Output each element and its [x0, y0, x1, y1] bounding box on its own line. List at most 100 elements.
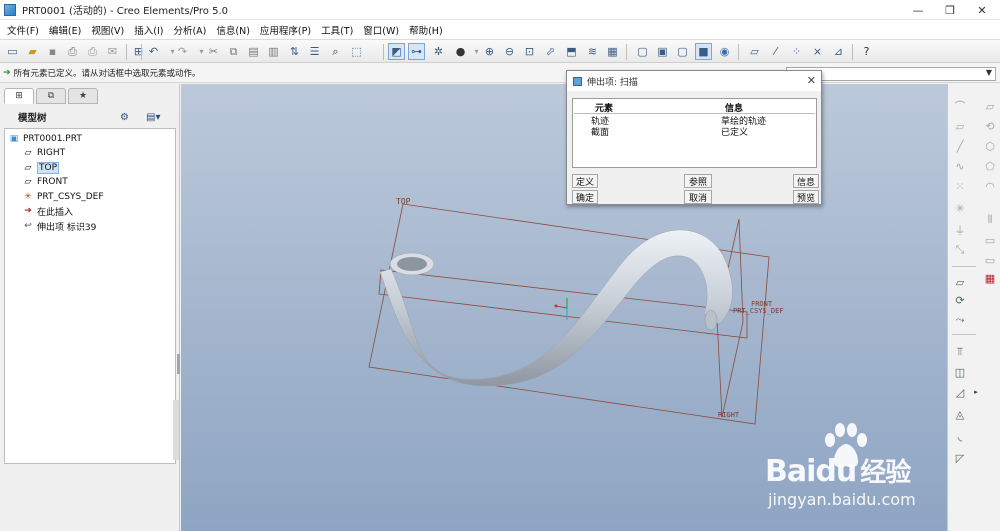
axis-tool-icon[interactable]: ⟲ [982, 118, 998, 134]
new-file-icon[interactable]: ▭ [4, 43, 21, 60]
table-row-element[interactable]: 截面 [591, 125, 609, 138]
define-button[interactable]: 定义 [572, 174, 598, 188]
paste-special-icon[interactable]: ▥ [265, 43, 282, 60]
wireframe-icon[interactable]: ▢ [634, 43, 651, 60]
menu-tools[interactable]: 工具(T) [316, 23, 358, 37]
zoom-out-icon[interactable]: ⊖ [501, 43, 518, 60]
sweep-pipe-body[interactable] [379, 229, 733, 387]
cut-icon[interactable]: ✂ [205, 43, 222, 60]
regen-icon[interactable]: ⇅ [286, 43, 303, 60]
point-tool-icon[interactable]: ⬡ [982, 138, 998, 154]
front-datum-plane[interactable] [378, 269, 748, 339]
dialog-title-bar[interactable]: 伸出项: 扫描 ✕ [567, 71, 821, 91]
datum-point-display-icon[interactable]: ⁘ [788, 43, 805, 60]
find-icon[interactable]: ⌕ [327, 43, 344, 60]
draft-tool-icon[interactable]: ◬ [952, 406, 968, 422]
layers-icon[interactable]: ≋ [584, 43, 601, 60]
pattern-tool-icon[interactable]: ⤡ [952, 242, 968, 258]
preview-button[interactable]: 预览 [793, 190, 819, 204]
undo-icon[interactable]: ↶ [145, 43, 162, 60]
print-preview-icon[interactable]: ⎙ [84, 43, 101, 60]
cancel-button[interactable]: 取消 [684, 190, 712, 204]
chamfer-tool-icon[interactable]: ◸ [952, 450, 968, 466]
menu-analysis[interactable]: 分析(A) [168, 23, 211, 37]
info-button[interactable]: 信息 [793, 174, 819, 188]
tree-item-csys[interactable]: ✳ PRT_CSYS_DEF [22, 190, 103, 204]
redo-icon[interactable]: ↷ [174, 43, 191, 60]
appearance-icon[interactable]: ● [452, 43, 469, 60]
shell-tool-icon[interactable]: ◫ [952, 364, 968, 380]
round-tool-icon[interactable]: ◟ [952, 428, 968, 444]
save-icon[interactable]: ▪ [44, 43, 61, 60]
panel-scrollbar[interactable] [173, 400, 179, 460]
close-button[interactable]: ✕ [966, 0, 998, 20]
annotation-display-icon[interactable]: ⊿ [830, 43, 847, 60]
model-tree-tab[interactable]: ⊞ [4, 88, 34, 104]
region-tool-icon[interactable]: ◠ [982, 178, 998, 194]
print-icon[interactable]: ⎙ [64, 43, 81, 60]
model-tree-display-icon[interactable]: ◉ [716, 43, 733, 60]
datum-plane-tool-icon[interactable]: ▱ [982, 98, 998, 114]
offset-tool-icon[interactable]: ▭ [982, 232, 998, 248]
view-manager-icon[interactable]: ▦ [604, 43, 621, 60]
tree-settings-icon[interactable]: ⚙ [120, 112, 129, 123]
close-icon[interactable]: ✕ [807, 74, 816, 87]
selection-box-icon[interactable]: ⬚ [348, 43, 365, 60]
curve-tool-icon[interactable]: ∿ [952, 158, 968, 174]
no-hidden-icon[interactable]: ▢ [674, 43, 691, 60]
revolve-tool-icon[interactable]: ⟳ [952, 292, 968, 308]
send-mail-icon[interactable]: ✉ [104, 43, 121, 60]
menu-view[interactable]: 视图(V) [86, 23, 129, 37]
datum-planes-toggle-icon[interactable]: ◩ [388, 43, 405, 60]
paste-icon[interactable]: ▤ [245, 43, 262, 60]
sweep-tool-icon[interactable]: ⤳ [952, 312, 968, 328]
tree-item-right[interactable]: ▱ RIGHT [22, 146, 66, 160]
regen-manager-icon[interactable]: ☰ [306, 43, 323, 60]
menu-insert[interactable]: 插入(I) [129, 23, 168, 37]
menu-edit[interactable]: 编辑(E) [44, 23, 86, 37]
sketch-grid-icon[interactable]: ▦ [982, 270, 998, 286]
context-help-icon[interactable]: ? [858, 43, 875, 60]
tree-item-part[interactable]: ▣ PRT0001.PRT [8, 132, 82, 146]
hidden-line-icon[interactable]: ▣ [654, 43, 671, 60]
references-button[interactable]: 参照 [684, 174, 712, 188]
menu-info[interactable]: 信息(N) [211, 23, 255, 37]
favorites-tab[interactable]: ★ [68, 88, 98, 104]
tree-item-front[interactable]: ▱ FRONT [22, 175, 68, 189]
datum-plane-display-icon[interactable]: ▱ [746, 43, 763, 60]
zoom-in-icon[interactable]: ⊕ [481, 43, 498, 60]
line-tool-icon[interactable]: ╱ [952, 138, 968, 154]
saved-views-icon[interactable]: ⬒ [563, 43, 580, 60]
csys-display-icon[interactable]: ⨯ [809, 43, 826, 60]
open-folder-icon[interactable]: ▰ [24, 43, 41, 60]
hole-tool-icon[interactable]: ⫪ [952, 344, 968, 360]
maximize-button[interactable]: ❐ [934, 0, 966, 20]
refit-icon[interactable]: ⊡ [521, 43, 538, 60]
datum-axis-display-icon[interactable]: ⁄ [767, 43, 784, 60]
reorient-icon[interactable]: ⬀ [542, 43, 559, 60]
menu-window[interactable]: 窗口(W) [358, 23, 404, 37]
tree-show-icon[interactable]: ▤▾ [146, 112, 160, 123]
rib-dropdown-icon[interactable]: ▸ [968, 384, 984, 400]
mirror-tool-icon[interactable]: ⫴ [982, 212, 998, 228]
menu-file[interactable]: 文件(F) [2, 23, 44, 37]
plane-tool-icon[interactable]: ▱ [952, 118, 968, 134]
tree-item-sweep[interactable]: ↩ 伸出项 标识39 [22, 219, 96, 233]
sketch-tool-icon[interactable]: ⌒ [952, 98, 968, 114]
rib-tool-icon[interactable]: ◿ [952, 384, 968, 400]
menu-help[interactable]: 帮助(H) [404, 23, 448, 37]
extrude-tool-icon[interactable]: ▱ [952, 274, 968, 290]
tree-item-insert-here[interactable]: ➔ 在此插入 [22, 204, 73, 218]
shading-icon[interactable]: ■ [695, 43, 712, 60]
tree-item-top[interactable]: ▱ TOP [22, 161, 60, 175]
csys-tool-icon[interactable]: ✳ [952, 200, 968, 216]
point-cloud-icon[interactable]: ⁙ [952, 178, 968, 194]
trim-tool-icon[interactable]: ▭ [982, 252, 998, 268]
spin-center-icon[interactable]: ✲ [430, 43, 447, 60]
minimize-button[interactable]: — [902, 0, 934, 20]
panel-sash[interactable] [177, 354, 180, 374]
analysis-tool-icon[interactable]: ⏚ [952, 222, 968, 238]
copy-icon[interactable]: ⧉ [225, 43, 242, 60]
surface-tool-icon[interactable]: ⬠ [982, 158, 998, 174]
ok-button[interactable]: 确定 [572, 190, 598, 204]
